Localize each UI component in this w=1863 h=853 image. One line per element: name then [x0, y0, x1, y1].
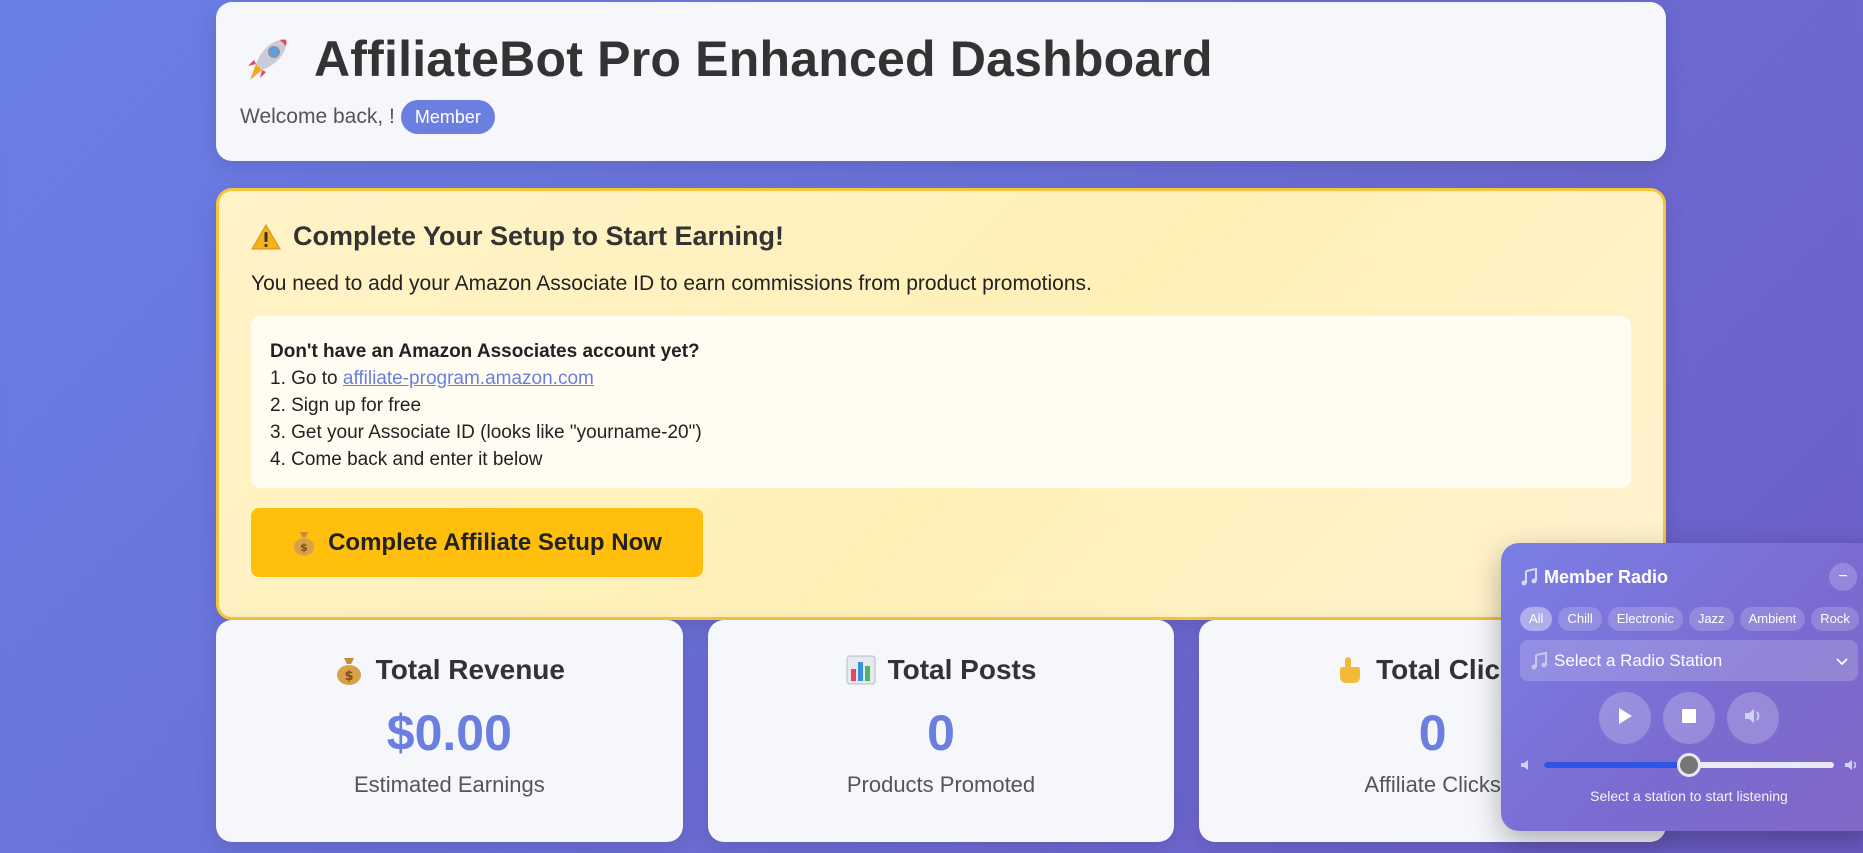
- page-title: AffiliateBot Pro Enhanced Dashboard: [314, 31, 1213, 87]
- setup-title: Complete Your Setup to Start Earning!: [293, 221, 785, 251]
- stat-value: 0: [927, 705, 955, 761]
- welcome-row: Welcome back, ! Member: [240, 100, 1642, 134]
- instruction-step-3: 3. Get your Associate ID (looks like "yo…: [270, 422, 702, 443]
- setup-alert-card: Complete Your Setup to Start Earning! Yo…: [216, 188, 1666, 620]
- volume-high-icon: [1844, 758, 1858, 772]
- instruction-step-2: 2. Sign up for free: [270, 395, 422, 416]
- genre-filter-row: All Chill Electronic Jazz Ambient Rock: [1520, 607, 1859, 631]
- warning-icon: [251, 223, 281, 251]
- speaker-icon: [1743, 707, 1763, 730]
- genre-chip-rock[interactable]: Rock: [1811, 607, 1859, 631]
- volume-slider[interactable]: [1544, 753, 1834, 777]
- instructions-heading: Don't have an Amazon Associates account …: [270, 341, 700, 362]
- svg-text:$: $: [344, 669, 353, 684]
- stat-card-posts: Total Posts 0 Products Promoted: [707, 620, 1175, 842]
- station-select[interactable]: Select a Radio Station: [1520, 640, 1858, 681]
- stat-title-row: Total Posts: [708, 654, 1175, 686]
- volume-slider-thumb[interactable]: [1677, 753, 1701, 777]
- radio-status-text: Select a station to start listening: [1590, 788, 1788, 804]
- play-button[interactable]: [1599, 692, 1651, 744]
- genre-chip-chill[interactable]: Chill: [1558, 607, 1602, 631]
- header-title-row: AffiliateBot Pro Enhanced Dashboard: [240, 30, 1642, 88]
- station-select-content: Select a Radio Station: [1530, 651, 1722, 671]
- music-note-icon: [1520, 567, 1538, 586]
- stat-title: Total Revenue: [375, 654, 565, 685]
- pointing-hand-icon: [1334, 655, 1364, 685]
- money-bag-icon: $: [334, 655, 364, 685]
- instructions-box: Don't have an Amazon Associates account …: [251, 316, 1631, 488]
- stat-card-revenue: $ Total Revenue $0.00 Estimated Earnings: [216, 620, 683, 842]
- setup-title-row: Complete Your Setup to Start Earning!: [251, 221, 1631, 252]
- money-bag-icon: $: [292, 530, 316, 556]
- minimize-button[interactable]: −: [1829, 563, 1857, 591]
- volume-row: [1520, 753, 1858, 777]
- radio-title: Member Radio: [1544, 566, 1669, 587]
- playback-controls: [1520, 692, 1858, 744]
- play-icon: [1616, 706, 1634, 731]
- genre-chip-all[interactable]: All: [1520, 607, 1553, 631]
- amazon-associates-link[interactable]: affiliate-program.amazon.com: [343, 368, 594, 389]
- volume-low-icon: [1520, 758, 1534, 772]
- stat-label: Products Promoted: [846, 772, 1036, 797]
- main-container: AffiliateBot Pro Enhanced Dashboard Welc…: [216, 2, 1666, 620]
- complete-setup-label: Complete Affiliate Setup Now: [328, 528, 662, 556]
- rocket-icon: [240, 32, 294, 86]
- complete-setup-button[interactable]: $ Complete Affiliate Setup Now: [251, 508, 703, 577]
- stat-title-row: $ Total Revenue: [216, 654, 683, 686]
- chevron-down-icon: [1836, 651, 1848, 671]
- genre-chip-jazz[interactable]: Jazz: [1688, 607, 1734, 631]
- setup-description: You need to add your Amazon Associate ID…: [251, 272, 1092, 295]
- member-badge: Member: [400, 100, 495, 134]
- volume-slider-fill: [1544, 762, 1689, 768]
- mute-button[interactable]: [1727, 692, 1779, 744]
- instruction-step-1: 1. Go to affiliate-program.amazon.com: [270, 365, 1612, 392]
- radio-header: Member Radio −: [1520, 563, 1858, 591]
- svg-text:$: $: [300, 541, 308, 554]
- genre-chip-electronic[interactable]: Electronic: [1607, 607, 1683, 631]
- station-select-label: Select a Radio Station: [1554, 650, 1723, 670]
- step-1-prefix: 1. Go to: [270, 368, 343, 389]
- radio-title-row: Member Radio: [1520, 567, 1668, 588]
- radio-widget: Member Radio − All Chill Electronic Jazz…: [1501, 543, 1863, 831]
- music-note-icon: [1530, 651, 1548, 670]
- stat-value: $0.00: [386, 705, 512, 761]
- stop-button[interactable]: [1663, 692, 1715, 744]
- instruction-step-4: 4. Come back and enter it below: [270, 449, 543, 470]
- minimize-icon: −: [1838, 568, 1848, 585]
- header-card: AffiliateBot Pro Enhanced Dashboard Welc…: [216, 2, 1666, 161]
- bar-chart-icon: [846, 655, 876, 685]
- genre-chip-ambient[interactable]: Ambient: [1739, 607, 1806, 631]
- stat-title: Total Posts: [887, 654, 1037, 685]
- stat-label: Estimated Earnings: [353, 772, 545, 797]
- stats-row: $ Total Revenue $0.00 Estimated Earnings…: [216, 620, 1667, 842]
- welcome-text: Welcome back, !: [240, 105, 395, 128]
- stop-icon: [1681, 708, 1697, 729]
